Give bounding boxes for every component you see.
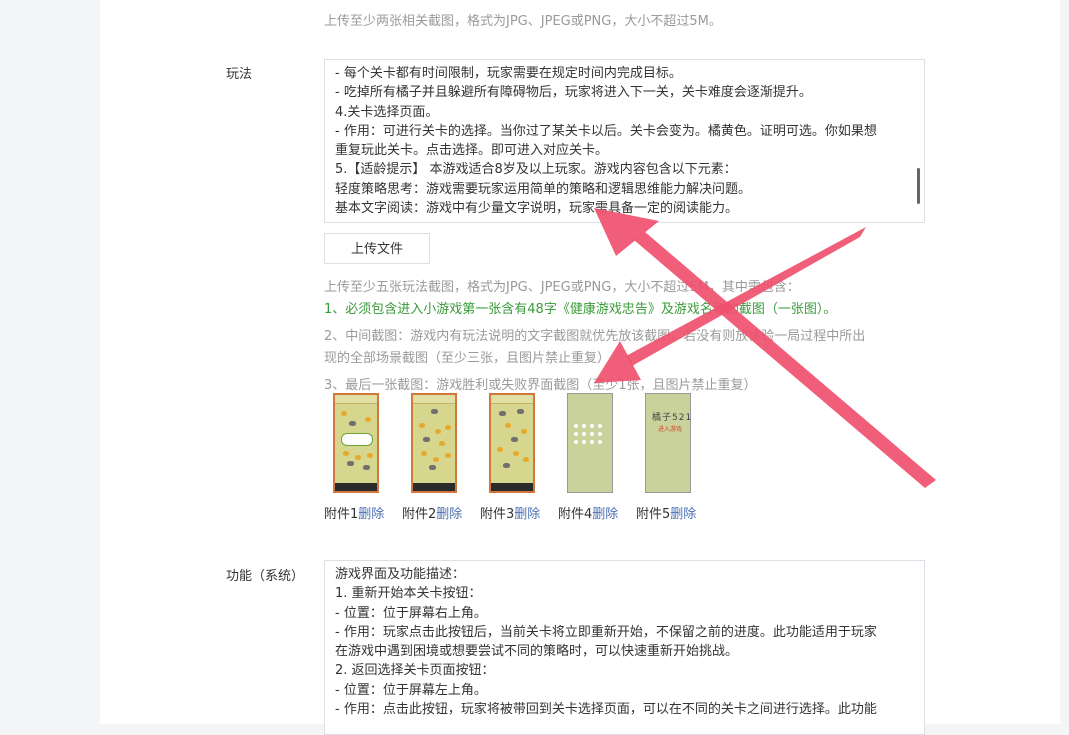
annotation-arrows — [594, 208, 936, 488]
arrow-1-shaft — [634, 232, 936, 488]
